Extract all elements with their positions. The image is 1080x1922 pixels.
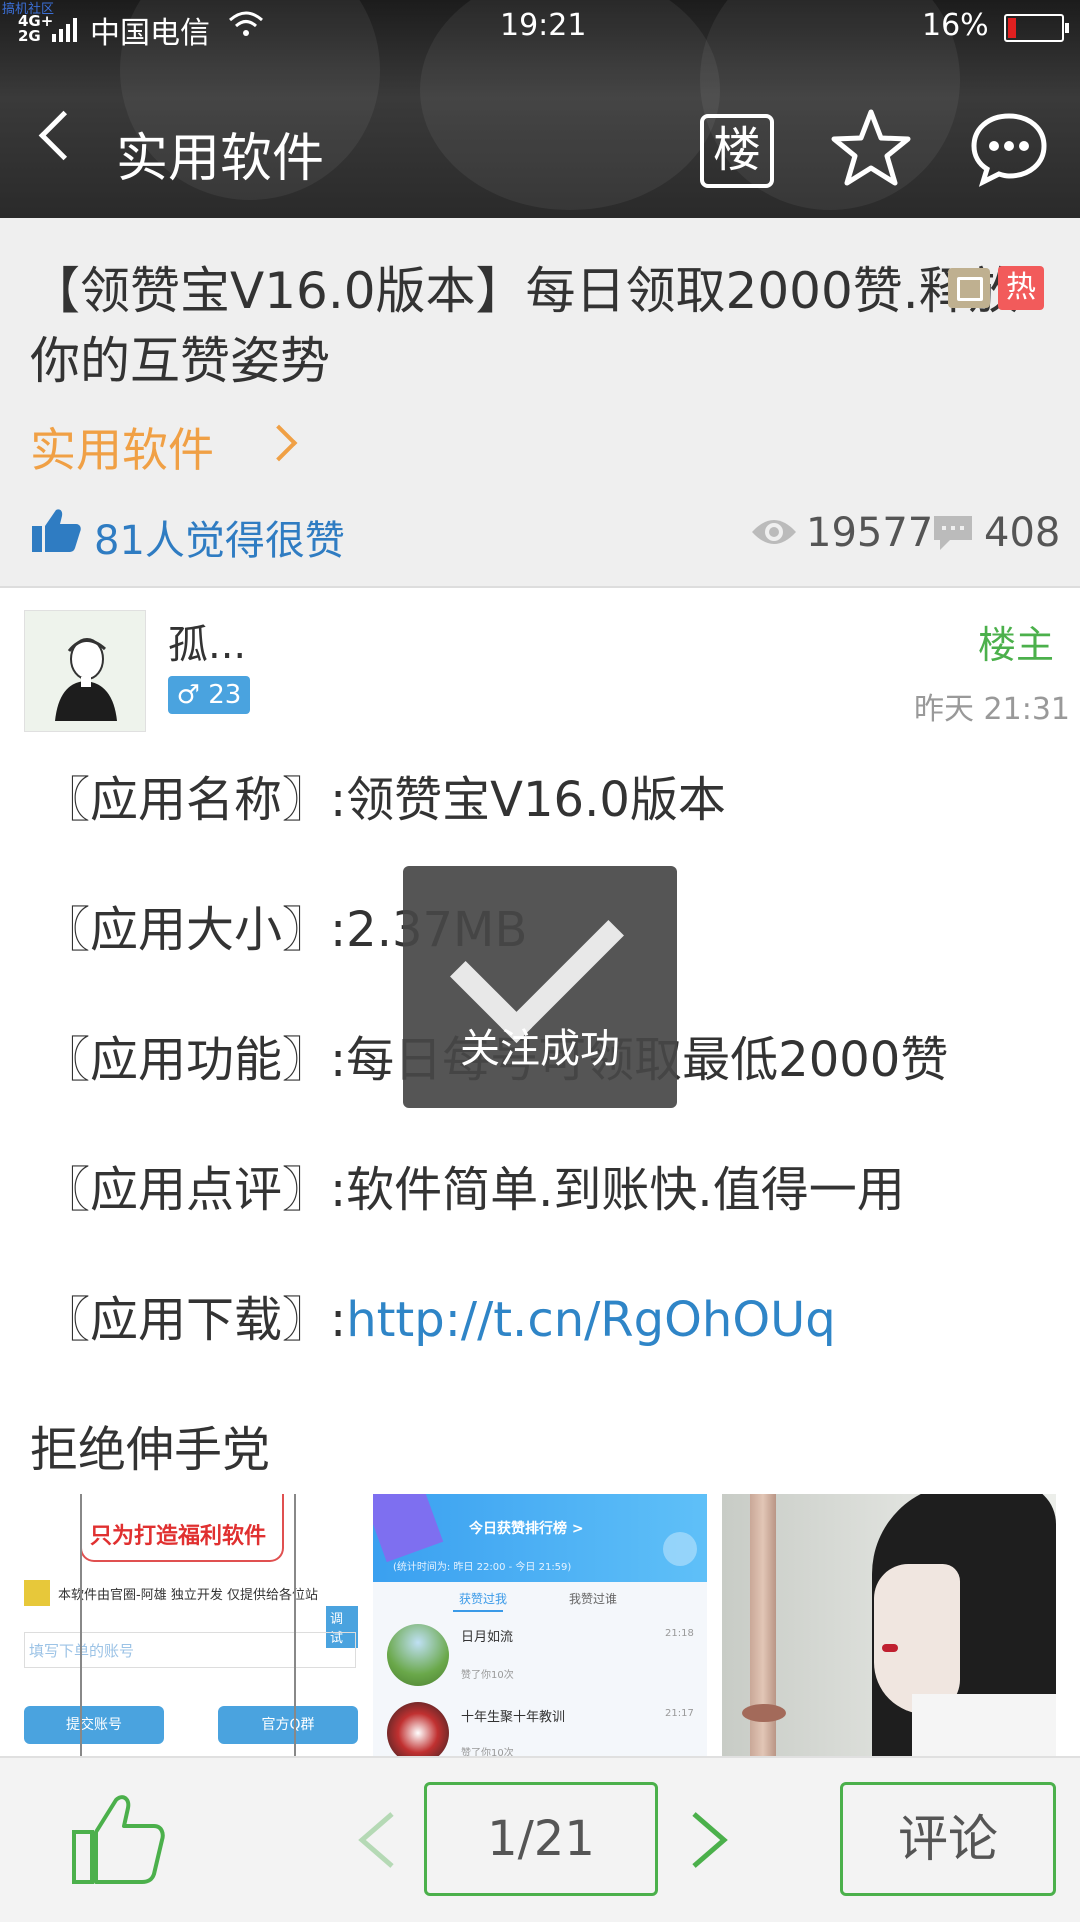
app-review-line: 〖应用点评〗:软件简单.到账快.值得一用 <box>42 1162 905 1218</box>
thumb2-subheader: (统计时间为: 昨日 22:00 - 今日 21:59) <box>393 1562 572 1573</box>
warning-icon <box>24 1580 50 1606</box>
download-link[interactable]: http://t.cn/RgOhOUq <box>346 1292 836 1348</box>
post-timestamp: 昨天 21:31 <box>914 692 1070 727</box>
header-title: 实用软件 <box>116 129 325 189</box>
thumb2-tab2: 我赞过谁 <box>569 1592 618 1606</box>
thumb2-row1-time: 21:18 <box>665 1628 694 1639</box>
app-name-line: 〖应用名称〗:领赞宝V16.0版本 <box>42 772 726 828</box>
like-button[interactable] <box>70 1792 166 1886</box>
thumb1-input: 填写下单的账号 <box>24 1632 356 1668</box>
hot-badge: 热 <box>998 266 1044 310</box>
toast-message: 关注成功 <box>460 1026 620 1072</box>
floor-button[interactable]: 楼 <box>700 114 774 188</box>
view-count: 19577 <box>806 510 934 556</box>
next-page-icon[interactable] <box>684 1810 734 1870</box>
previous-page-icon[interactable] <box>352 1810 402 1870</box>
thumb1-group-button: 官方Q群 <box>218 1706 358 1744</box>
image-thumbnail-3[interactable] <box>722 1494 1056 1758</box>
wifi-icon <box>228 10 264 45</box>
status-time: 19:21 <box>500 8 587 43</box>
comment-count: 408 <box>984 510 1061 556</box>
page-indicator[interactable]: 1/21 <box>424 1782 658 1896</box>
thumb2-tab1: 获赞过我 <box>459 1592 508 1606</box>
network-type-icon: 4G+ 2G <box>18 12 54 45</box>
comment-button[interactable]: 评论 <box>840 1782 1056 1896</box>
battery-icon <box>1004 14 1069 42</box>
thumb2-row1-name: 日月如流 <box>461 1630 514 1645</box>
like-count[interactable]: 81人觉得很赞 <box>94 508 345 566</box>
favorite-star-icon[interactable] <box>828 106 914 192</box>
gender-age-badge: ♂ 23 <box>168 676 250 714</box>
thumb1-submit-button: 提交账号 <box>24 1706 164 1744</box>
thumb2-row2-time: 21:17 <box>665 1708 694 1719</box>
avatar[interactable] <box>24 610 146 732</box>
app-download-line: 〖应用下载〗:http://t.cn/RgOhOUq <box>42 1280 836 1350</box>
author-name[interactable]: 孤... <box>168 612 246 670</box>
carrier-name: 中国电信 <box>90 16 210 51</box>
comment-icon <box>932 514 974 552</box>
signal-icon <box>52 16 82 42</box>
thumb1-banner: 只为打造福利软件 <box>90 1524 267 1549</box>
download-label: 〖应用下载〗: <box>42 1292 347 1348</box>
category-link[interactable]: 实用软件 <box>30 414 214 480</box>
image-badge-icon <box>948 268 990 308</box>
battery-percent: 16% <box>922 8 989 43</box>
thumb2-row2-name: 十年生聚十年教训 <box>461 1710 566 1725</box>
eye-icon <box>750 512 798 552</box>
message-bubble-icon[interactable] <box>970 110 1048 188</box>
thumbs-up-icon[interactable] <box>30 506 82 554</box>
image-thumbnail-1[interactable]: 只为打造福利软件 本软件由官圈-阿雄 独立开发 仅提供给各位站 调试 填写下单的… <box>24 1494 358 1758</box>
section-heading: 拒绝伸手党 <box>30 1422 271 1478</box>
image-thumbnail-2[interactable]: 今日获赞排行榜 > (统计时间为: 昨日 22:00 - 今日 21:59) 获… <box>373 1494 707 1758</box>
thumb2-row1-sub: 赞了你10次 <box>461 1670 514 1681</box>
post-title: 【领赞宝V16.0版本】每日领取2000赞.释放你的互赞姿势 <box>30 262 1019 390</box>
thumb1-notice: 本软件由官圈-阿雄 独立开发 仅提供给各位站 <box>58 1588 318 1603</box>
thumb2-header: 今日获赞排行榜 > <box>469 1521 584 1537</box>
original-poster-label: 楼主 <box>978 623 1055 667</box>
